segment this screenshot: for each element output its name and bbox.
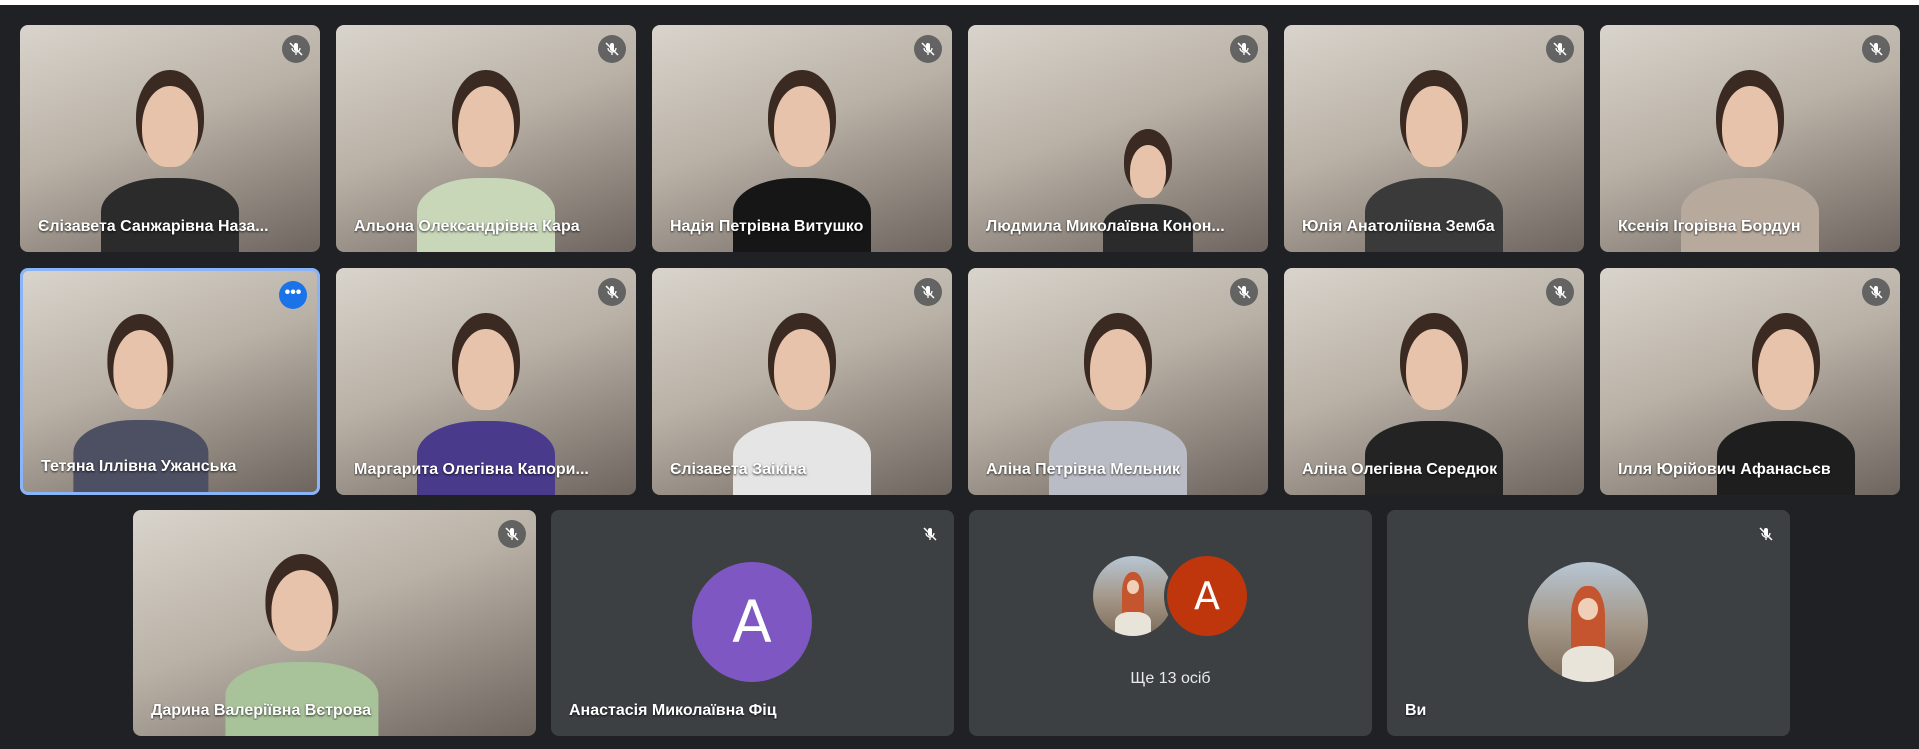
participant-name: Надія Петрівна Витушко [670,218,864,235]
participant-name: Єлізавета Заікіна [670,461,807,478]
more-participants-tile[interactable]: A Ще 13 осіб [969,510,1372,736]
participant-tile[interactable]: Юлія Анатоліївна Земба [1284,25,1584,252]
mic-off-icon [914,278,942,306]
mic-off-icon [1230,278,1258,306]
participant-tile[interactable]: Єлізавета Санжарівна Наза... [20,25,320,252]
participant-name: Альона Олександрівна Кара [354,218,580,235]
mic-off-icon [598,35,626,63]
self-tile[interactable]: Ви [1387,510,1790,736]
participant-tile-active[interactable]: ••• Тетяна Іллівна Ужанська [20,268,320,495]
mic-off-icon [498,520,526,548]
participant-name: Людмила Миколаївна Конон... [986,218,1225,235]
mic-off-icon [282,35,310,63]
participant-name: Тетяна Іллівна Ужанська [41,458,237,475]
participant-name: Ксенія Ігорівна Бордун [1618,218,1801,235]
participant-name: Ілля Юрійович Афанасьєв [1618,461,1831,478]
mic-off-icon [598,278,626,306]
mic-off-icon [1862,278,1890,306]
participant-tile[interactable]: Маргарита Олегівна Капори... [336,268,636,495]
mic-off-icon [1546,278,1574,306]
participant-tile[interactable]: Ілля Юрійович Афанасьєв [1600,268,1900,495]
self-avatar [1528,562,1648,682]
participant-tile[interactable]: Надія Петрівна Витушко [652,25,952,252]
participant-name: Дарина Валеріївна Вєтрова [151,702,372,719]
participant-tile[interactable]: A Анастасія Миколаївна Фіц [551,510,954,736]
participant-name: Єлізавета Санжарівна Наза... [38,218,269,235]
participant-name: Аліна Петрівна Мельник [986,461,1180,478]
participant-tile[interactable]: Людмила Миколаївна Конон... [968,25,1268,252]
participant-tile[interactable]: Альона Олександрівна Кара [336,25,636,252]
participant-name: Анастасія Миколаївна Фіц [569,702,777,719]
participant-name: Ви [1405,702,1427,719]
mic-off-icon [916,520,944,548]
mic-off-icon [1546,35,1574,63]
more-options-button[interactable]: ••• [279,281,307,309]
mic-off-icon [914,35,942,63]
participant-name: Маргарита Олегівна Капори... [354,461,589,478]
participant-tile[interactable]: Дарина Валеріївна Вєтрова [133,510,536,736]
participant-tile[interactable]: Єлізавета Заікіна [652,268,952,495]
mic-off-icon [1230,35,1258,63]
participant-name: Юлія Анатоліївна Земба [1302,218,1495,235]
participant-tile[interactable]: Аліна Петрівна Мельник [968,268,1268,495]
participant-avatar [1093,556,1173,636]
participant-tile[interactable]: Аліна Олегівна Середюк [1284,268,1584,495]
avatar: A [1167,556,1247,636]
participant-name: Аліна Олегівна Середюк [1302,461,1498,478]
top-bar [0,0,1919,5]
mic-off-icon [1862,35,1890,63]
avatar: A [692,562,812,682]
more-participants-label: Ще 13 осіб [1130,670,1211,687]
participant-tile[interactable]: Ксенія Ігорівна Бордун [1600,25,1900,252]
mic-off-icon [1752,520,1780,548]
